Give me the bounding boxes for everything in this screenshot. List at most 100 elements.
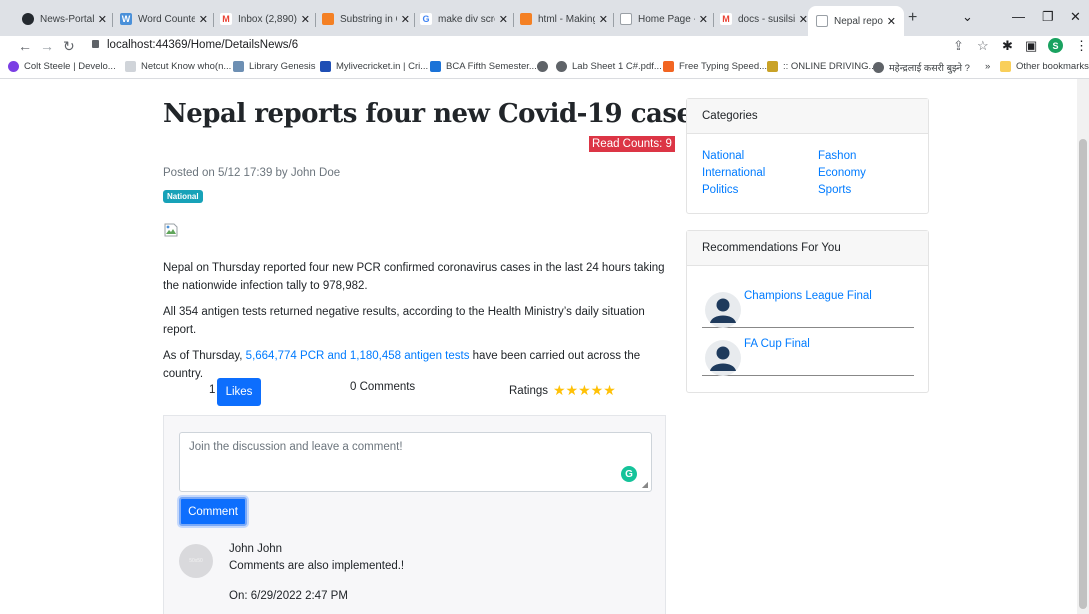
category-link-national[interactable]: National — [702, 150, 744, 162]
comment-text: Comments are also implemented.! — [229, 560, 405, 572]
tab-divider — [315, 13, 316, 27]
close-window-icon[interactable]: ✕ — [1070, 9, 1081, 25]
category-link-international[interactable]: International — [702, 167, 765, 179]
forward-icon[interactable]: → — [40, 38, 54, 54]
browser-tab[interactable]: M Inbox (2,890) ✕ — [220, 9, 310, 29]
reload-icon[interactable]: ↻ — [63, 38, 75, 55]
back-icon[interactable]: ← — [18, 38, 32, 54]
bookmark-item[interactable]: :: ONLINE DRIVING... — [767, 61, 876, 72]
minimize-icon[interactable]: — — [1012, 9, 1025, 24]
comment-placeholder: Join the discussion and leave a comment! — [189, 441, 403, 453]
bookmark-favicon — [767, 61, 778, 72]
browser-tab[interactable]: Substring in C ✕ — [322, 9, 410, 29]
close-tab-icon[interactable]: ✕ — [401, 13, 410, 26]
browser-tab-active[interactable]: Nepal reports ✕ — [808, 6, 904, 36]
category-link-sports[interactable]: Sports — [818, 184, 851, 196]
address-input[interactable]: localhost:44369/Home/DetailsNews/6 — [92, 39, 298, 51]
page-scrollbar[interactable] — [1077, 79, 1089, 614]
menu-icon[interactable]: ⋮ — [1075, 38, 1088, 54]
profile-avatar[interactable]: S — [1048, 38, 1063, 53]
close-tab-icon[interactable]: ✕ — [799, 13, 808, 26]
new-tab-icon[interactable]: + — [908, 9, 917, 27]
posted-meta: Posted on 5/12 17:39 by John Doe — [163, 167, 341, 179]
category-badge[interactable]: National — [163, 190, 203, 203]
bookmark-favicon — [873, 62, 884, 73]
bookmarks-overflow[interactable]: » — [985, 61, 990, 72]
close-tab-icon[interactable]: ✕ — [499, 13, 508, 26]
word-counter-icon: W — [120, 13, 132, 25]
page-content: Nepal reports four new Covid-19 cases Re… — [0, 79, 1089, 614]
gmail-icon: M — [720, 13, 732, 25]
bookmark-item[interactable]: BCA Fifth Semester... — [430, 61, 537, 72]
github-icon — [22, 13, 34, 25]
close-tab-icon[interactable]: ✕ — [98, 13, 107, 26]
bookmark-item[interactable]: Netcut Know who(n... — [125, 61, 231, 72]
browser-tab[interactable]: html - Making ✕ — [520, 9, 608, 29]
browser-tab[interactable]: G make div scro ✕ — [420, 9, 508, 29]
grammarly-icon[interactable]: G — [621, 466, 637, 482]
scrollbar-thumb[interactable] — [1079, 139, 1087, 609]
antigen-tests-link[interactable]: 5,664,774 PCR and 1,180,458 antigen test… — [246, 350, 470, 362]
category-link-politics[interactable]: Politics — [702, 184, 738, 196]
tab-divider — [713, 13, 714, 27]
extensions-icon[interactable]: ✱ — [1002, 38, 1013, 54]
bookmark-item[interactable]: महेन्द्रलाई कसरी बुझ्ने ? — [873, 61, 970, 74]
broken-image-icon — [164, 223, 178, 237]
avatar: 50x50 — [179, 544, 213, 578]
bookmark-star-icon[interactable]: ☆ — [977, 38, 989, 54]
browser-tab[interactable]: M docs - susilsi ✕ — [720, 9, 808, 29]
recommendations-title: Recommendations For You — [687, 231, 928, 266]
gmail-icon: M — [220, 13, 232, 25]
tab-search-icon[interactable]: ⌄ — [962, 9, 973, 25]
maximize-icon[interactable]: ❐ — [1042, 9, 1054, 25]
other-bookmarks[interactable]: Other bookmarks — [1000, 61, 1089, 72]
bookmarks-bar: Colt Steele | Develo... Netcut Know who(… — [0, 56, 1089, 79]
article-paragraph: Nepal on Thursday reported four new PCR … — [163, 262, 665, 292]
bookmark-favicon — [556, 61, 567, 72]
close-tab-icon[interactable]: ✕ — [301, 13, 310, 26]
resize-handle-icon[interactable]: ◢ — [642, 480, 648, 489]
side-panel-icon[interactable]: ▣ — [1025, 38, 1037, 54]
recommendation-link[interactable]: Champions League Final — [744, 290, 872, 302]
bookmark-favicon — [320, 61, 331, 72]
share-icon[interactable]: ⇪ — [953, 38, 964, 54]
browser-tab-strip: News-Portal/ ✕ W Word Counter ✕ M Inbox … — [0, 0, 1089, 36]
bookmark-item[interactable]: Lab Sheet 1 C#.pdf... — [537, 61, 662, 72]
tab-divider — [513, 13, 514, 27]
comment-button[interactable]: Comment — [179, 497, 247, 526]
recommendation-item[interactable]: Champions League Final — [702, 288, 914, 328]
bookmark-item[interactable]: Free Typing Speed... — [663, 61, 767, 72]
page-icon — [620, 13, 632, 25]
category-link-fashon[interactable]: Fashon — [818, 150, 856, 162]
browser-tab[interactable]: Home Page - ✕ — [620, 9, 708, 29]
recommendation-link[interactable]: FA Cup Final — [744, 338, 810, 350]
close-tab-icon[interactable]: ✕ — [699, 13, 708, 26]
bookmark-item[interactable]: Colt Steele | Develo... — [8, 61, 116, 72]
article-paragraph: All 354 antigen tests returned negative … — [163, 306, 645, 336]
bookmark-favicon — [663, 61, 674, 72]
browser-tab[interactable]: W Word Counter ✕ — [120, 9, 208, 29]
ratings: Ratings ★★★★★ — [509, 382, 616, 399]
user-avatar-icon — [705, 292, 741, 328]
likes-button[interactable]: Likes — [217, 378, 261, 406]
bookmark-item[interactable]: Library Genesis — [233, 61, 316, 72]
close-tab-icon[interactable]: ✕ — [599, 13, 608, 26]
close-tab-icon[interactable]: ✕ — [199, 13, 208, 26]
tab-divider — [112, 13, 113, 27]
recommendations-card: Recommendations For You Champions League… — [686, 230, 929, 393]
bookmark-item[interactable]: Mylivecricket.in | Cri... — [320, 61, 428, 72]
comment-section: Join the discussion and leave a comment!… — [163, 415, 666, 614]
address-bar-row: ← → ↻ localhost:44369/Home/DetailsNews/6… — [0, 36, 1089, 56]
google-icon: G — [420, 13, 432, 25]
star-rating[interactable]: ★★★★★ — [553, 382, 616, 399]
page-icon — [816, 15, 828, 27]
category-link-economy[interactable]: Economy — [818, 167, 866, 179]
comment-textarea[interactable]: Join the discussion and leave a comment!… — [179, 432, 652, 492]
close-tab-icon[interactable]: ✕ — [887, 15, 896, 28]
recommendation-item[interactable]: FA Cup Final — [702, 336, 914, 376]
browser-tab[interactable]: News-Portal/ ✕ — [22, 9, 107, 29]
tab-divider — [213, 13, 214, 27]
tab-divider — [414, 13, 415, 27]
bookmark-favicon — [125, 61, 136, 72]
bookmark-favicon — [233, 61, 244, 72]
